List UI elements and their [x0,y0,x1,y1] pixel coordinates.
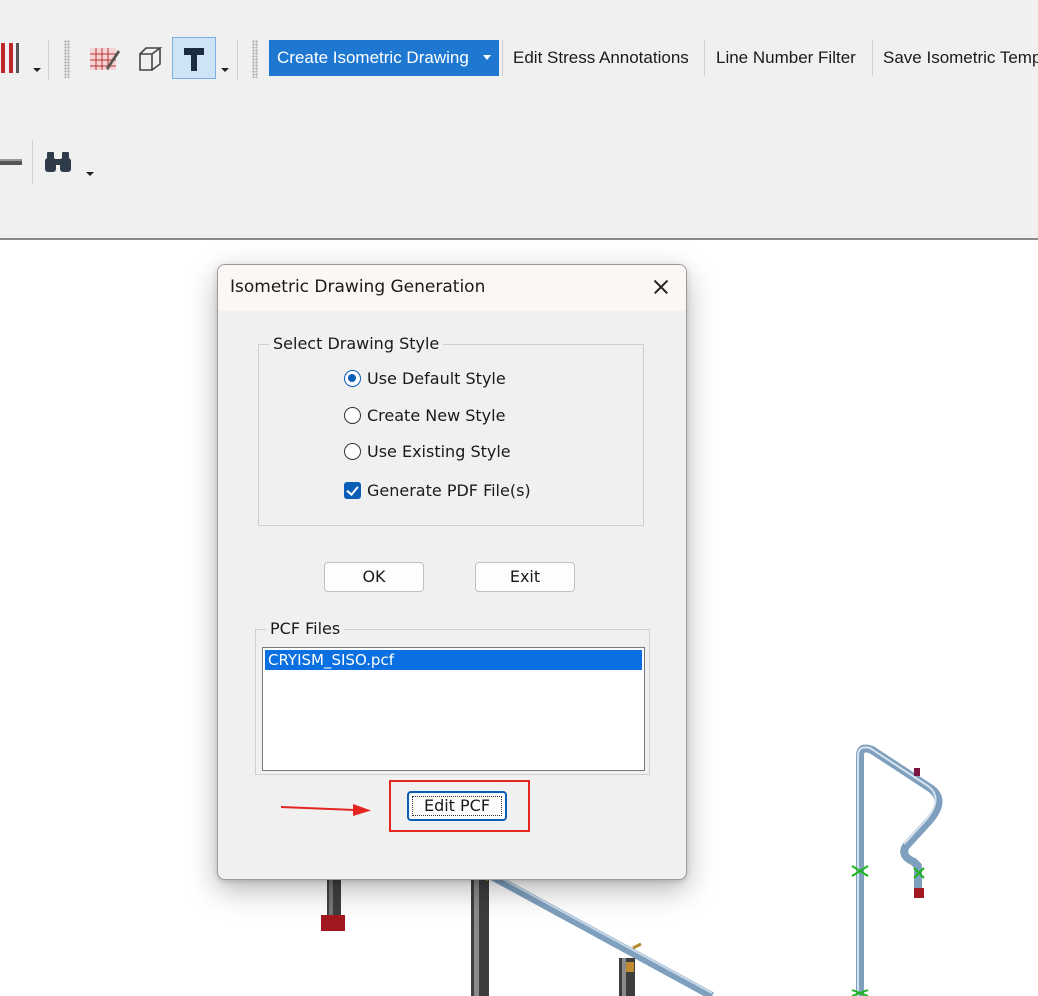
sloping-pipe [485,870,714,996]
box-3d-icon[interactable] [136,44,164,74]
create-isometric-drawing-label: Create Isometric Drawing [277,48,469,67]
steel-column [471,870,489,996]
chevron-down-icon[interactable] [86,172,94,176]
radio-selected-icon[interactable] [344,369,361,387]
hammer-icon[interactable] [172,37,216,79]
checkbox-checked-icon[interactable] [344,481,361,499]
steel-column [619,958,635,996]
toolbar-grip[interactable] [64,40,70,78]
exit-button[interactable]: Exit [475,562,575,592]
hatch-icon[interactable] [88,44,122,74]
red-bars-icon[interactable] [0,41,22,75]
pointer-arrow-icon [281,804,371,816]
edit-stress-annotations-button[interactable]: Edit Stress Annotations [503,40,699,76]
ribbon-toolbar: Create Isometric Drawing Edit Stress Ann… [0,0,1038,240]
toolbar-separator [704,40,705,76]
chevron-down-icon[interactable] [33,68,41,72]
highlight-box [389,780,530,832]
generate-pdf-checkbox[interactable]: Generate PDF File(s) [344,478,531,502]
toolbar-separator [237,40,238,80]
chevron-down-icon[interactable] [482,55,491,60]
radio-label: Create New Style [367,405,506,425]
toolbar-separator [48,40,49,80]
radio-use-default-style[interactable]: Use Default Style [344,366,506,390]
create-isometric-drawing-button[interactable]: Create Isometric Drawing [269,40,499,76]
save-isometric-template-button[interactable]: Save Isometric Temp [873,40,1038,76]
ok-button[interactable]: OK [324,562,424,592]
radio-icon[interactable] [344,406,361,424]
pcf-files-legend: PCF Files [266,619,345,638]
list-item[interactable]: CRYISM_SISO.pcf [265,650,642,670]
toolbar-separator [32,140,33,184]
pcf-files-list[interactable]: CRYISM_SISO.pcf [262,647,645,771]
binoculars-icon[interactable] [44,148,76,176]
radio-create-new-style[interactable]: Create New Style [344,403,505,427]
drawing-style-legend: Select Drawing Style [269,334,444,353]
dialog-title: Isometric Drawing Generation [230,277,486,297]
pipe-loop [851,744,943,996]
line-number-filter-button[interactable]: Line Number Filter [706,40,866,76]
toolbar-grip[interactable] [252,40,258,78]
dialog-titlebar[interactable]: Isometric Drawing Generation [218,265,686,311]
chevron-down-icon[interactable] [221,68,229,72]
checkbox-label: Generate PDF File(s) [367,480,531,500]
radio-use-existing-style[interactable]: Use Existing Style [344,439,511,463]
radio-icon[interactable] [344,442,361,460]
close-icon[interactable] [646,273,676,301]
pipe-icon[interactable] [0,150,26,174]
radio-label: Use Default Style [367,368,506,388]
radio-label: Use Existing Style [367,441,511,461]
